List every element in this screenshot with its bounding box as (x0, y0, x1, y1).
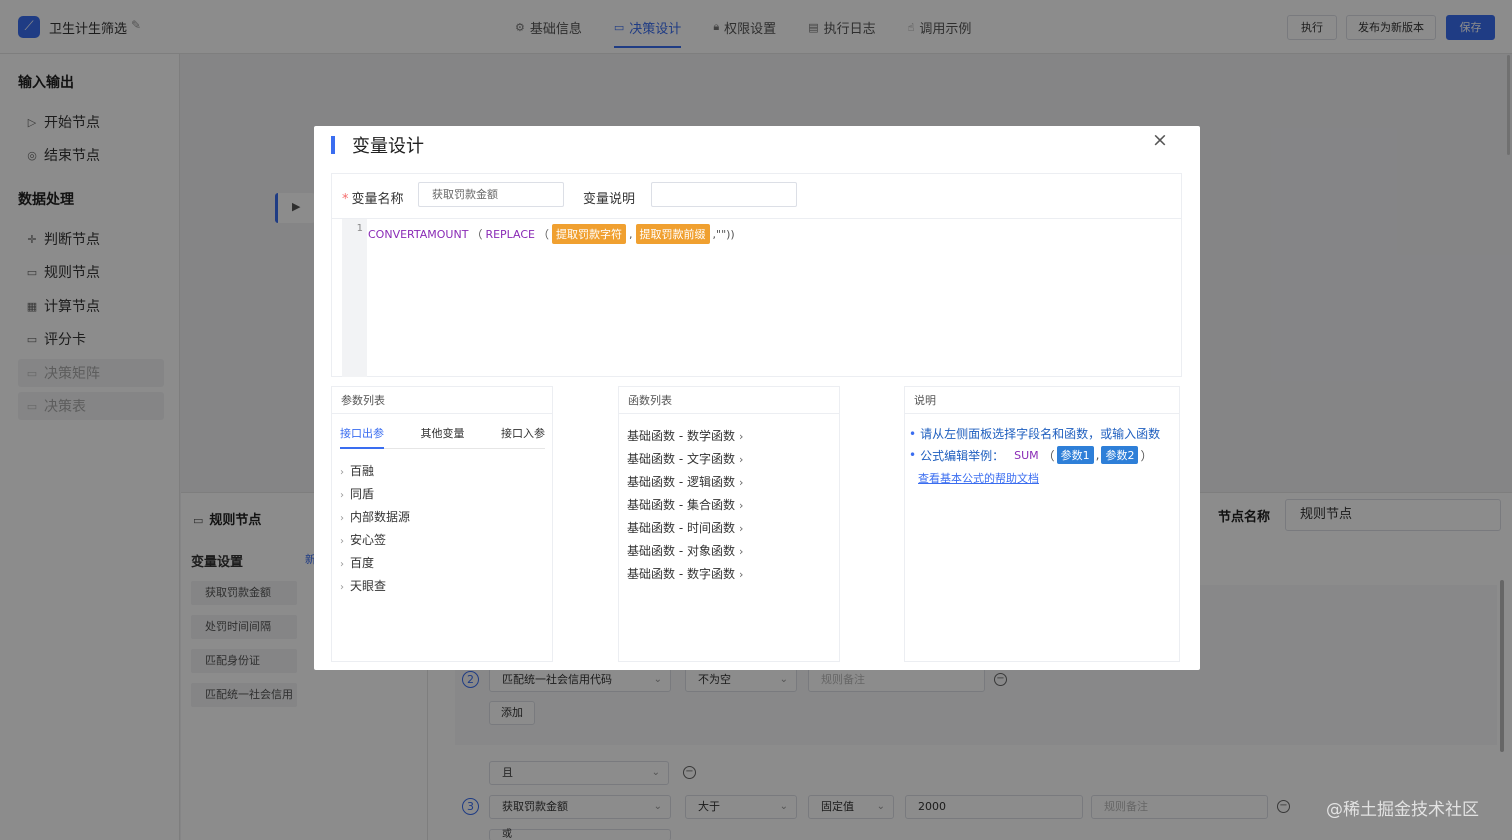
chevron-right-icon: › (340, 536, 344, 547)
example-param-chip: 参数1 (1056, 446, 1094, 464)
function-label: 基础函数 - 数学函数 (627, 429, 735, 443)
var-desc-input[interactable] (651, 182, 797, 207)
code-punct: , (629, 227, 633, 241)
chevron-right-icon: › (738, 545, 744, 558)
tree-label: 安心签 (350, 533, 387, 547)
label-text: 变量名称 (351, 192, 404, 207)
function-label: 基础函数 - 逻辑函数 (627, 475, 735, 489)
function-label: 基础函数 - 文字函数 (627, 452, 735, 466)
function-category[interactable]: 基础函数 - 集合函数 › (627, 496, 743, 513)
code-punct: , (1095, 448, 1100, 462)
chevron-right-icon: › (738, 499, 744, 512)
tree-label: 百度 (350, 556, 375, 570)
code-function: REPLACE (485, 227, 536, 241)
tab-api-output[interactable]: 接口出参 (340, 425, 384, 449)
tree-label: 内部数据源 (350, 510, 411, 524)
note-line: • 公式编辑举例： SUM （参数1, 参数2） (909, 446, 1152, 464)
tree-item[interactable]: › 百度 (340, 554, 374, 571)
tab-other-vars[interactable]: 其他变量 (421, 425, 465, 448)
tree-item[interactable]: › 内部数据源 (340, 508, 410, 525)
tree-item[interactable]: › 百融 (340, 462, 374, 479)
function-category[interactable]: 基础函数 - 逻辑函数 › (627, 473, 743, 490)
line-number: 1 (356, 223, 363, 234)
function-category[interactable]: 基础函数 - 对象函数 › (627, 542, 743, 559)
var-desc-label: 变量说明 (583, 192, 636, 207)
notes-panel: 说明 • 请从左侧面板选择字段名和函数，或输入函数 • 公式编辑举例： SUM （参数1… (904, 386, 1180, 662)
chevron-right-icon: › (340, 582, 344, 593)
code-tail: ,"")) (712, 227, 735, 241)
example-param-chip: 参数2 (1101, 446, 1139, 464)
tree-item[interactable]: › 同盾 (340, 485, 374, 502)
params-panel: 参数列表 接口出参 其他变量 接口入参 › 百融 › 同盾 › 内部数据源 › 安心签 … (331, 386, 553, 662)
example-function: SUM (1014, 448, 1039, 462)
function-label: 基础函数 - 集合函数 (627, 498, 735, 512)
function-label: 基础函数 - 对象函数 (627, 544, 735, 558)
tree-item[interactable]: › 安心签 (340, 531, 386, 548)
note-text: 请从左侧面板选择字段名和函数，或输入函数 (920, 427, 1161, 441)
tab-api-input[interactable]: 接口入参 (501, 425, 545, 448)
function-category[interactable]: 基础函数 - 时间函数 › (627, 519, 743, 536)
title-accent-bar (331, 136, 335, 154)
chevron-right-icon: › (340, 490, 344, 501)
function-label: 基础函数 - 数字函数 (627, 567, 735, 581)
chevron-right-icon: › (738, 476, 744, 489)
param-chip[interactable]: 提取罚款字符 (552, 224, 627, 244)
functions-panel: 函数列表 基础函数 - 数学函数 › 基础函数 - 文字函数 › 基础函数 - 逻辑… (618, 386, 840, 662)
param-chip[interactable]: 提取罚款前缀 (635, 224, 710, 244)
code-function: CONVERTAMOUNT (368, 227, 469, 241)
chevron-right-icon: › (340, 559, 344, 570)
line-gutter: 1 (342, 219, 367, 377)
variable-design-dialog: 变量设计 × * 变量名称 获取罚款金额 变量说明 1 CONVERTAMOUNT… (314, 126, 1200, 670)
panel-title: 参数列表 (332, 387, 552, 414)
chevron-right-icon: › (738, 453, 744, 466)
chevron-right-icon: › (738, 568, 744, 581)
params-tabs: 接口出参 其他变量 接口入参 (340, 425, 545, 449)
formula-editor[interactable]: 1 CONVERTAMOUNT （ REPLACE （ 提取罚款字符 , 提取罚… (332, 218, 1181, 377)
note-text: 公式编辑举例： (920, 448, 1005, 463)
function-label: 基础函数 - 时间函数 (627, 521, 735, 535)
chevron-right-icon: › (340, 467, 344, 478)
close-icon[interactable]: × (1152, 129, 1168, 151)
code-punct: （ (1042, 448, 1055, 463)
tree-label: 天眼查 (350, 579, 387, 593)
code-punct: （ (538, 228, 550, 241)
variable-form: * 变量名称 获取罚款金额 变量说明 1 CONVERTAMOUNT （ REPL… (331, 173, 1182, 377)
function-category[interactable]: 基础函数 - 文字函数 › (627, 450, 743, 467)
panel-title: 说明 (905, 387, 1179, 414)
code-punct: ） (1140, 448, 1153, 463)
watermark: @稀土掘金技术社区 (1326, 800, 1479, 820)
code-punct: （ (471, 228, 483, 241)
note-line: • 请从左侧面板选择字段名和函数，或输入函数 (909, 425, 1160, 442)
help-doc-link[interactable]: 查看基本公式的帮助文档 (918, 470, 1039, 486)
tree-label: 百融 (350, 464, 375, 478)
var-name-input[interactable]: 获取罚款金额 (418, 182, 564, 207)
bullet-dot: • (909, 426, 917, 441)
bullet-dot: • (909, 448, 917, 462)
chevron-right-icon: › (738, 430, 744, 443)
code-line[interactable]: CONVERTAMOUNT （ REPLACE （ 提取罚款字符 , 提取罚款前… (368, 224, 738, 244)
required-mark: * (342, 192, 349, 207)
chevron-right-icon: › (738, 522, 744, 535)
tree-item[interactable]: › 天眼查 (340, 577, 386, 594)
panel-title: 函数列表 (619, 387, 839, 414)
tree-label: 同盾 (350, 487, 375, 501)
function-category[interactable]: 基础函数 - 数字函数 › (627, 565, 743, 582)
dialog-title: 变量设计 (352, 136, 424, 157)
function-category[interactable]: 基础函数 - 数学函数 › (627, 427, 743, 444)
chevron-right-icon: › (340, 513, 344, 524)
var-name-label: * 变量名称 (342, 188, 404, 207)
